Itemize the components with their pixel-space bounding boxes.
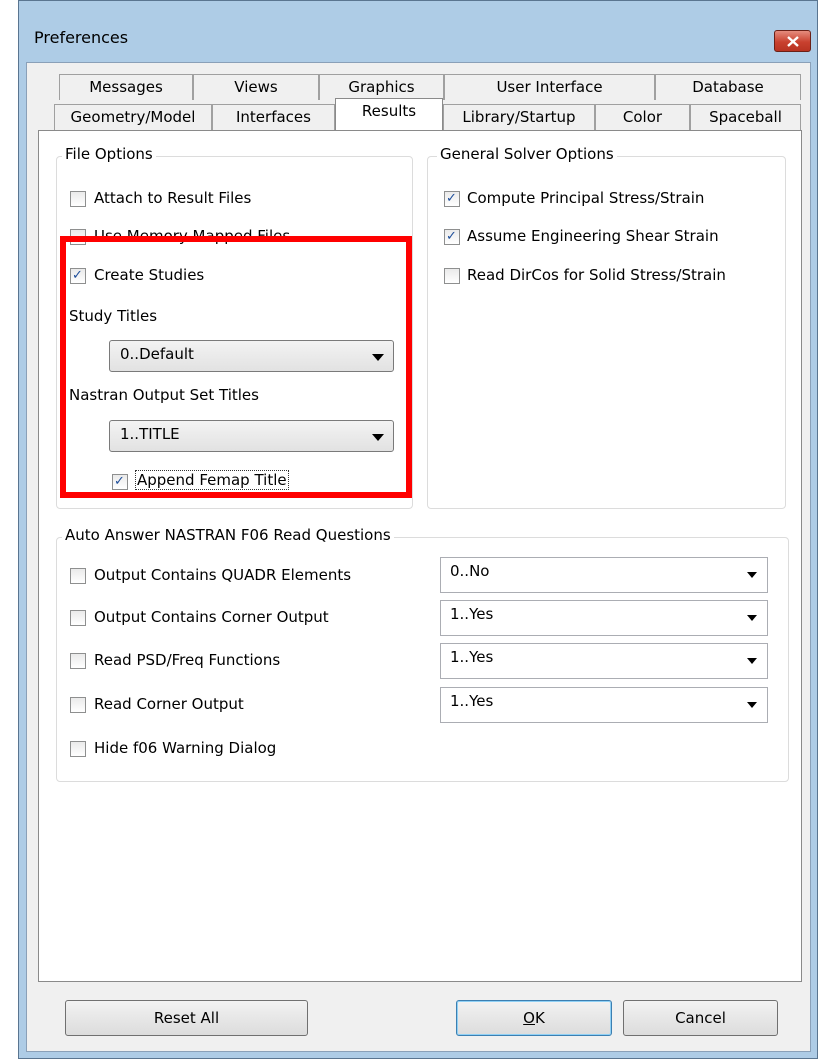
quadr-elements-value: 0..No bbox=[450, 562, 490, 580]
quadr-elements-checkbox[interactable] bbox=[70, 568, 86, 584]
tab-library-startup[interactable]: Library/Startup bbox=[443, 104, 595, 130]
psd-freq-dropdown[interactable]: 1..Yes bbox=[440, 643, 768, 679]
tab-geometry-model[interactable]: Geometry/Model bbox=[54, 104, 212, 130]
chevron-down-icon bbox=[747, 615, 757, 621]
quadr-elements-label: Output Contains QUADR Elements bbox=[94, 566, 352, 584]
ok-button[interactable]: OK bbox=[456, 1000, 612, 1036]
engineering-shear-label: Assume Engineering Shear Strain bbox=[467, 227, 719, 245]
file-options-title: File Options bbox=[62, 145, 156, 163]
reset-all-button[interactable]: Reset All bbox=[65, 1000, 308, 1036]
tab-graphics[interactable]: Graphics bbox=[319, 74, 444, 100]
create-studies-checkbox[interactable]: ✓ bbox=[70, 268, 86, 284]
create-studies-label: Create Studies bbox=[94, 266, 205, 284]
study-titles-dropdown[interactable]: 0..Default bbox=[109, 340, 394, 372]
nastran-titles-label: Nastran Output Set Titles bbox=[69, 386, 259, 404]
chevron-down-icon bbox=[372, 354, 384, 361]
corner-output-contains-checkbox[interactable] bbox=[70, 610, 86, 626]
file-options-group bbox=[56, 156, 413, 509]
chevron-down-icon bbox=[372, 434, 384, 441]
tab-views[interactable]: Views bbox=[193, 74, 319, 100]
principal-stress-label: Compute Principal Stress/Strain bbox=[467, 189, 705, 207]
memory-mapped-files-checkbox[interactable] bbox=[70, 229, 86, 245]
check-icon: ✓ bbox=[72, 268, 83, 283]
read-corner-output-dropdown[interactable]: 1..Yes bbox=[440, 687, 768, 723]
read-dircos-checkbox[interactable] bbox=[444, 268, 460, 284]
read-corner-output-label: Read Corner Output bbox=[94, 695, 244, 713]
corner-output-contains-dropdown[interactable]: 1..Yes bbox=[440, 600, 768, 636]
tab-color[interactable]: Color bbox=[595, 104, 690, 130]
corner-output-contains-value: 1..Yes bbox=[450, 605, 494, 623]
chevron-down-icon bbox=[747, 572, 757, 578]
engineering-shear-checkbox[interactable]: ✓ bbox=[444, 229, 460, 245]
study-titles-label: Study Titles bbox=[69, 307, 158, 325]
close-icon bbox=[787, 36, 799, 47]
memory-mapped-files-label: Use Memory Mapped Files bbox=[94, 227, 291, 245]
hide-warning-label: Hide f06 Warning Dialog bbox=[94, 739, 277, 757]
chevron-down-icon bbox=[747, 658, 757, 664]
chevron-down-icon bbox=[747, 702, 757, 708]
cancel-button[interactable]: Cancel bbox=[623, 1000, 778, 1036]
read-dircos-label: Read DirCos for Solid Stress/Strain bbox=[467, 266, 726, 284]
solver-options-title: General Solver Options bbox=[437, 145, 617, 163]
auto-answer-title: Auto Answer NASTRAN F06 Read Questions bbox=[62, 526, 394, 544]
append-femap-title-checkbox[interactable]: ✓ bbox=[112, 474, 128, 490]
nastran-titles-dropdown[interactable]: 1..TITLE bbox=[109, 420, 394, 452]
close-button[interactable] bbox=[774, 30, 811, 52]
tab-results[interactable]: Results bbox=[335, 98, 443, 130]
hide-warning-checkbox[interactable] bbox=[70, 741, 86, 757]
study-titles-value: 0..Default bbox=[120, 345, 194, 363]
focus-outline: Append Femap Title bbox=[135, 470, 289, 490]
tab-spaceball[interactable]: Spaceball bbox=[690, 104, 801, 130]
read-corner-output-value: 1..Yes bbox=[450, 692, 494, 710]
read-corner-output-checkbox[interactable] bbox=[70, 697, 86, 713]
tab-database[interactable]: Database bbox=[655, 74, 801, 100]
nastran-titles-value: 1..TITLE bbox=[120, 425, 180, 443]
attach-result-files-checkbox[interactable] bbox=[70, 191, 86, 207]
append-femap-title-label: Append Femap Title bbox=[135, 470, 289, 490]
window-title: Preferences bbox=[34, 28, 129, 47]
check-icon: ✓ bbox=[114, 474, 125, 489]
check-icon: ✓ bbox=[446, 229, 457, 244]
tab-user-interface[interactable]: User Interface bbox=[444, 74, 655, 100]
check-icon: ✓ bbox=[446, 191, 457, 206]
tab-messages[interactable]: Messages bbox=[59, 74, 193, 100]
psd-freq-checkbox[interactable] bbox=[70, 653, 86, 669]
principal-stress-checkbox[interactable]: ✓ bbox=[444, 191, 460, 207]
quadr-elements-dropdown[interactable]: 0..No bbox=[440, 557, 768, 593]
solver-options-group bbox=[427, 156, 786, 509]
corner-output-contains-label: Output Contains Corner Output bbox=[94, 608, 329, 626]
attach-result-files-label: Attach to Result Files bbox=[94, 189, 252, 207]
psd-freq-label: Read PSD/Freq Functions bbox=[94, 651, 281, 669]
tab-interfaces[interactable]: Interfaces bbox=[212, 104, 335, 130]
psd-freq-value: 1..Yes bbox=[450, 648, 494, 666]
